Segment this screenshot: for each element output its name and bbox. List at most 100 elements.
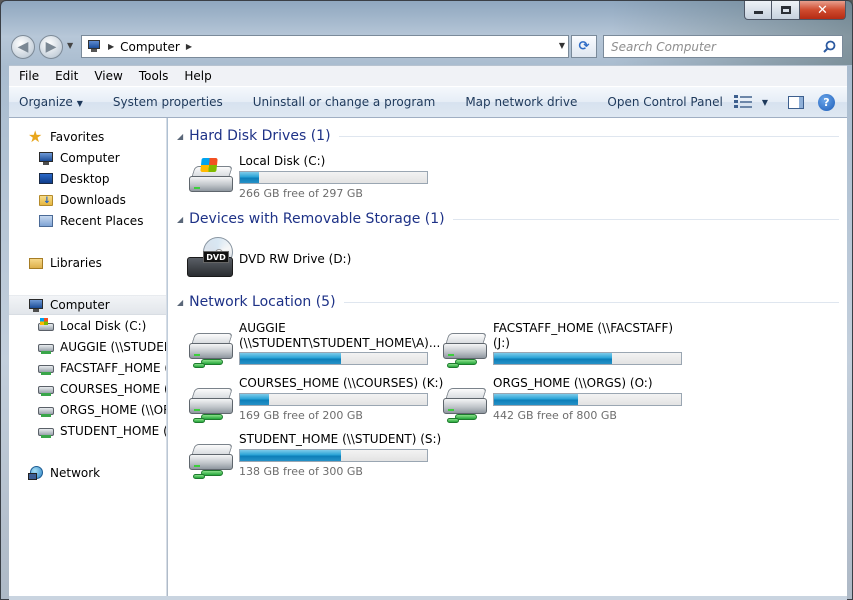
usage-bar	[493, 393, 682, 406]
nav-item-student-home[interactable]: STUDENT_HOME (\\	[9, 421, 166, 441]
nav-item-computer[interactable]: Computer	[9, 148, 120, 168]
drive-tile-orgs[interactable]: ORGS_HOME (\\ORGS) (O:) 442 GB free of 8…	[439, 376, 682, 428]
nav-item-courses[interactable]: COURSES_HOME (\\C	[9, 379, 166, 399]
usage-bar	[239, 352, 428, 365]
recent-pages-dropdown[interactable]: ▼	[67, 41, 73, 50]
menu-help[interactable]: Help	[174, 69, 217, 83]
group-removable-storage[interactable]: ◢ Devices with Removable Storage (1)	[177, 209, 839, 229]
nav-libraries[interactable]: Libraries	[9, 253, 102, 273]
desktop-icon	[38, 171, 54, 187]
nav-computer[interactable]: Computer	[9, 295, 166, 315]
forward-button[interactable]: ▶	[39, 35, 63, 59]
address-bar[interactable]: ▶ Computer ▶ ▼	[81, 35, 569, 58]
drive-name: Local Disk (C:)	[239, 154, 326, 168]
usage-bar-fill	[240, 353, 341, 364]
nav-item-auggie[interactable]: AUGGIE (\\STUDENT	[9, 337, 166, 357]
network-drive-icon	[439, 376, 491, 424]
drive-name: ORGS_HOME (\\ORGS) (O:)	[493, 376, 653, 390]
refresh-button[interactable]: ⟳	[571, 35, 597, 58]
drive-tile-auggie[interactable]: AUGGIE (\\STUDENT\STUDENT_HOME\A)...	[185, 321, 440, 373]
nav-favorites[interactable]: ★ Favorites	[9, 127, 104, 147]
network-drive-icon	[38, 402, 54, 418]
nav-item-label: ORGS_HOME (\\ORG	[60, 403, 166, 417]
close-button[interactable]: ✕	[800, 1, 846, 20]
maximize-icon	[780, 6, 791, 14]
usage-bar-fill	[240, 450, 341, 461]
collapse-caret-icon[interactable]: ◢	[177, 298, 183, 307]
nav-network-label: Network	[50, 466, 101, 480]
search-box[interactable]	[603, 35, 843, 58]
free-space: 169 GB free of 200 GB	[239, 409, 363, 422]
usage-bar	[239, 393, 428, 406]
minimize-button[interactable]	[744, 1, 772, 20]
hard-disk-icon	[185, 154, 237, 202]
drive-name: DVD RW Drive (D:)	[239, 251, 352, 266]
drive-name-line1: AUGGIE	[239, 321, 286, 335]
computer-icon	[86, 40, 102, 53]
nav-network[interactable]: Network	[9, 463, 100, 483]
back-button[interactable]: ◀	[11, 35, 35, 59]
collapse-caret-icon[interactable]: ◢	[177, 215, 183, 224]
usage-bar-fill	[494, 394, 578, 405]
drive-tile-local-disk[interactable]: Local Disk (C:) 266 GB free of 297 GB	[185, 154, 428, 206]
nav-item-local-disk[interactable]: Local Disk (C:)	[9, 316, 146, 336]
window-bottom-border	[9, 596, 847, 600]
divider	[343, 301, 839, 303]
free-space: 138 GB free of 300 GB	[239, 465, 363, 478]
nav-item-label: Downloads	[60, 193, 126, 207]
uninstall-program-button[interactable]: Uninstall or change a program	[233, 95, 446, 109]
network-icon	[28, 465, 44, 481]
drive-tile-dvd[interactable]: DVD DVD RW Drive (D:)	[185, 235, 351, 287]
search-icon[interactable]	[823, 40, 836, 53]
menu-tools[interactable]: Tools	[129, 69, 175, 83]
drive-tile-facstaff[interactable]: FACSTAFF_HOME (\\FACSTAFF) (J:)	[439, 321, 682, 373]
libraries-icon	[28, 255, 44, 271]
network-drive-icon	[439, 321, 491, 369]
change-view-icon[interactable]	[733, 95, 752, 109]
close-icon: ✕	[817, 2, 828, 18]
breadcrumb-computer[interactable]: Computer	[120, 40, 180, 54]
explorer-window: ✕ ◀ ▶ ▼ ▶ Computer ▶ ▼ ⟳ File Edit View …	[0, 0, 853, 600]
preview-pane-icon[interactable]	[788, 95, 804, 109]
nav-favorites-label: Favorites	[50, 130, 105, 144]
views-dropdown-icon[interactable]: ▼	[762, 98, 768, 107]
drive-tile-student-home[interactable]: STUDENT_HOME (\\STUDENT) (S:) 138 GB fre…	[185, 432, 441, 484]
open-control-panel-button[interactable]: Open Control Panel	[587, 95, 732, 109]
collapse-caret-icon[interactable]: ◢	[177, 132, 183, 141]
content-pane: ◢ Hard Disk Drives (1) Local Disk (C:) 2…	[168, 118, 847, 596]
breadcrumb-chevron-icon[interactable]: ▶	[186, 42, 192, 51]
address-dropdown-icon[interactable]: ▼	[559, 41, 565, 50]
system-properties-button[interactable]: System properties	[93, 95, 233, 109]
nav-item-facstaff[interactable]: FACSTAFF_HOME (\\	[9, 358, 167, 378]
star-icon: ★	[28, 127, 43, 146]
nav-item-label: Recent Places	[60, 214, 144, 228]
menu-bar: File Edit View Tools Help	[9, 65, 847, 86]
menu-edit[interactable]: Edit	[45, 69, 84, 83]
nav-item-recent-places[interactable]: Recent Places	[9, 211, 143, 231]
menu-view[interactable]: View	[84, 69, 128, 83]
nav-item-orgs[interactable]: ORGS_HOME (\\ORG	[9, 400, 166, 420]
drive-tile-courses[interactable]: COURSES_HOME (\\COURSES) (K:) 169 GB fre…	[185, 376, 443, 428]
divider	[452, 218, 839, 220]
menu-file[interactable]: File	[9, 69, 45, 83]
network-drive-icon	[185, 432, 237, 480]
group-title: Network Location (5)	[189, 294, 336, 310]
maximize-button[interactable]	[772, 1, 800, 20]
nav-item-label: FACSTAFF_HOME (\\	[60, 361, 167, 375]
network-drive-icon	[38, 381, 54, 397]
group-hard-disk-drives[interactable]: ◢ Hard Disk Drives (1)	[177, 126, 839, 146]
network-drive-icon	[38, 360, 54, 376]
help-icon[interactable]: ?	[818, 93, 835, 111]
dvd-drive-icon: DVD	[185, 235, 237, 283]
search-input[interactable]	[611, 39, 821, 54]
map-network-drive-button[interactable]: Map network drive	[445, 95, 587, 109]
nav-item-label: COURSES_HOME (\\C	[60, 382, 166, 396]
computer-icon	[28, 297, 44, 313]
organize-button[interactable]: Organize ▼	[9, 95, 93, 109]
group-network-location[interactable]: ◢ Network Location (5)	[177, 292, 839, 312]
computer-icon	[38, 150, 54, 166]
nav-item-desktop[interactable]: Desktop	[9, 169, 110, 189]
nav-item-downloads[interactable]: ↓ Downloads	[9, 190, 126, 210]
breadcrumb-chevron-icon[interactable]: ▶	[108, 42, 114, 51]
chevron-down-icon: ▼	[76, 99, 83, 108]
